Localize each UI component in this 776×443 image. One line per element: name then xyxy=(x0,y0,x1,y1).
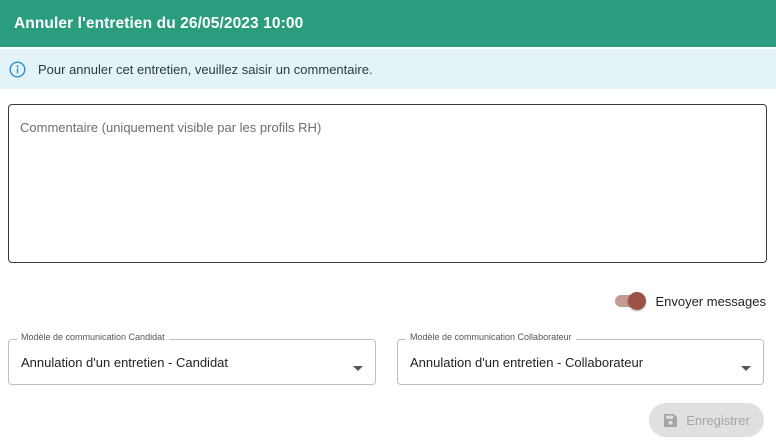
collaborator-template-label: Modèle de communication Collaborateur xyxy=(406,332,576,342)
save-button[interactable]: Enregistrer xyxy=(649,403,764,437)
send-messages-toggle-row: Envoyer messages xyxy=(613,290,766,312)
info-banner: Pour annuler cet entretien, veuillez sai… xyxy=(0,49,776,89)
collaborator-template-select[interactable]: Modèle de communication Collaborateur An… xyxy=(397,332,764,385)
dialog-title: Annuler l'entretien du 26/05/2023 10:00 xyxy=(14,14,304,32)
collaborator-template-value: Annulation d'un entretien - Collaborateu… xyxy=(410,354,644,370)
switch-knob xyxy=(628,292,647,310)
save-button-label: Enregistrer xyxy=(686,412,750,428)
candidate-template-label: Modèle de communication Candidat xyxy=(17,332,169,342)
candidate-template-value: Annulation d'un entretien - Candidat xyxy=(21,354,229,370)
info-icon xyxy=(9,60,26,78)
comment-field[interactable] xyxy=(8,104,767,263)
send-messages-switch[interactable] xyxy=(613,291,647,311)
dropdown-arrow-icon[interactable] xyxy=(353,359,363,371)
info-message: Pour annuler cet entretien, veuillez sai… xyxy=(38,61,373,77)
dropdown-arrow-icon[interactable] xyxy=(741,359,751,371)
comment-textarea[interactable] xyxy=(9,105,766,262)
dialog-header: Annuler l'entretien du 26/05/2023 10:00 xyxy=(0,0,776,47)
floppy-disk-icon xyxy=(663,413,678,428)
candidate-template-select[interactable]: Modèle de communication Candidat Annulat… xyxy=(8,332,376,385)
send-messages-label: Envoyer messages xyxy=(655,293,766,309)
